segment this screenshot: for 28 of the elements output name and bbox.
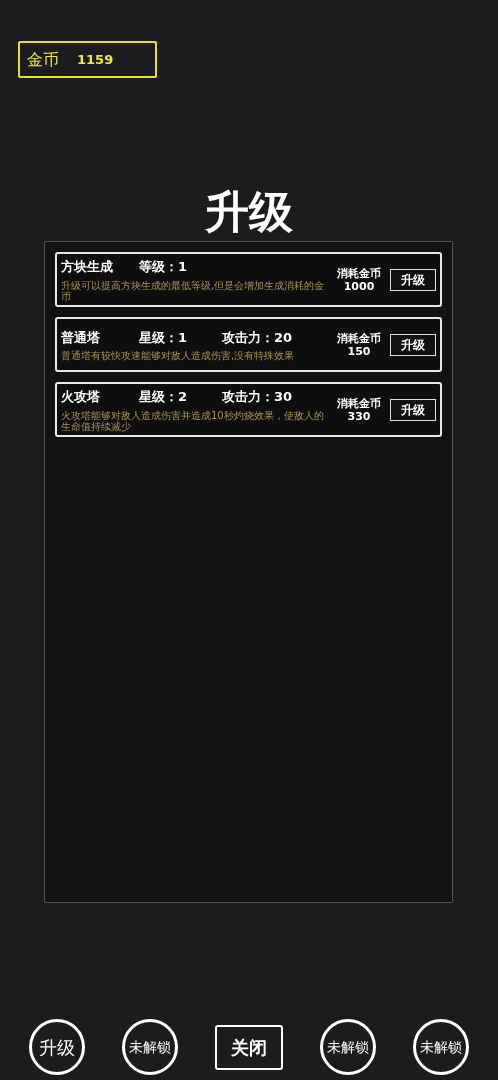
circle-button[interactable]: 未解锁 [413, 1019, 470, 1075]
item-name: 普通塔 [61, 328, 101, 347]
cost-label: 消耗金币 [337, 266, 381, 280]
item-name: 方块生成 [61, 258, 114, 277]
item-description: 普通塔有较快攻速能够对敌人造成伤害,没有特殊效果 [61, 350, 296, 362]
upgrade-title: 升级 [204, 185, 294, 239]
item-stat: 星级：1 [139, 328, 189, 347]
circle-button[interactable]: 未解锁 [121, 1019, 178, 1075]
circle-button[interactable]: 未解锁 [320, 1019, 377, 1075]
item-stat: 等级：1 [139, 258, 189, 277]
upgrade-button[interactable]: 升级 [390, 398, 436, 421]
circle-button[interactable]: 升级 [28, 1019, 85, 1075]
item-stat: 攻击力：20 [222, 328, 294, 347]
coin-value: 1159 [77, 50, 114, 69]
item-description: 升级可以提高方块生成的最低等级,但是会增加生成消耗的金币 [61, 279, 326, 302]
cost-label: 消耗金币 [337, 396, 381, 410]
coin-label: 金币 [27, 48, 59, 71]
item-stat: 星级：2 [139, 388, 189, 407]
cost-value: 150 [347, 344, 371, 358]
item-name: 火攻塔 [61, 388, 101, 407]
close-button[interactable]: 关闭 [214, 1024, 283, 1070]
item-stat: 攻击力：30 [222, 388, 294, 407]
cost-label: 消耗金币 [337, 331, 381, 345]
upgrade-button[interactable]: 升级 [390, 333, 436, 356]
cost-value: 330 [347, 409, 371, 423]
item-description: 火攻塔能够对敌人造成伤害并造成10秒灼烧效果，使敌人的生命值持续减少 [61, 409, 325, 432]
cost-value: 1000 [343, 279, 375, 293]
upgrade-button[interactable]: 升级 [390, 268, 436, 291]
